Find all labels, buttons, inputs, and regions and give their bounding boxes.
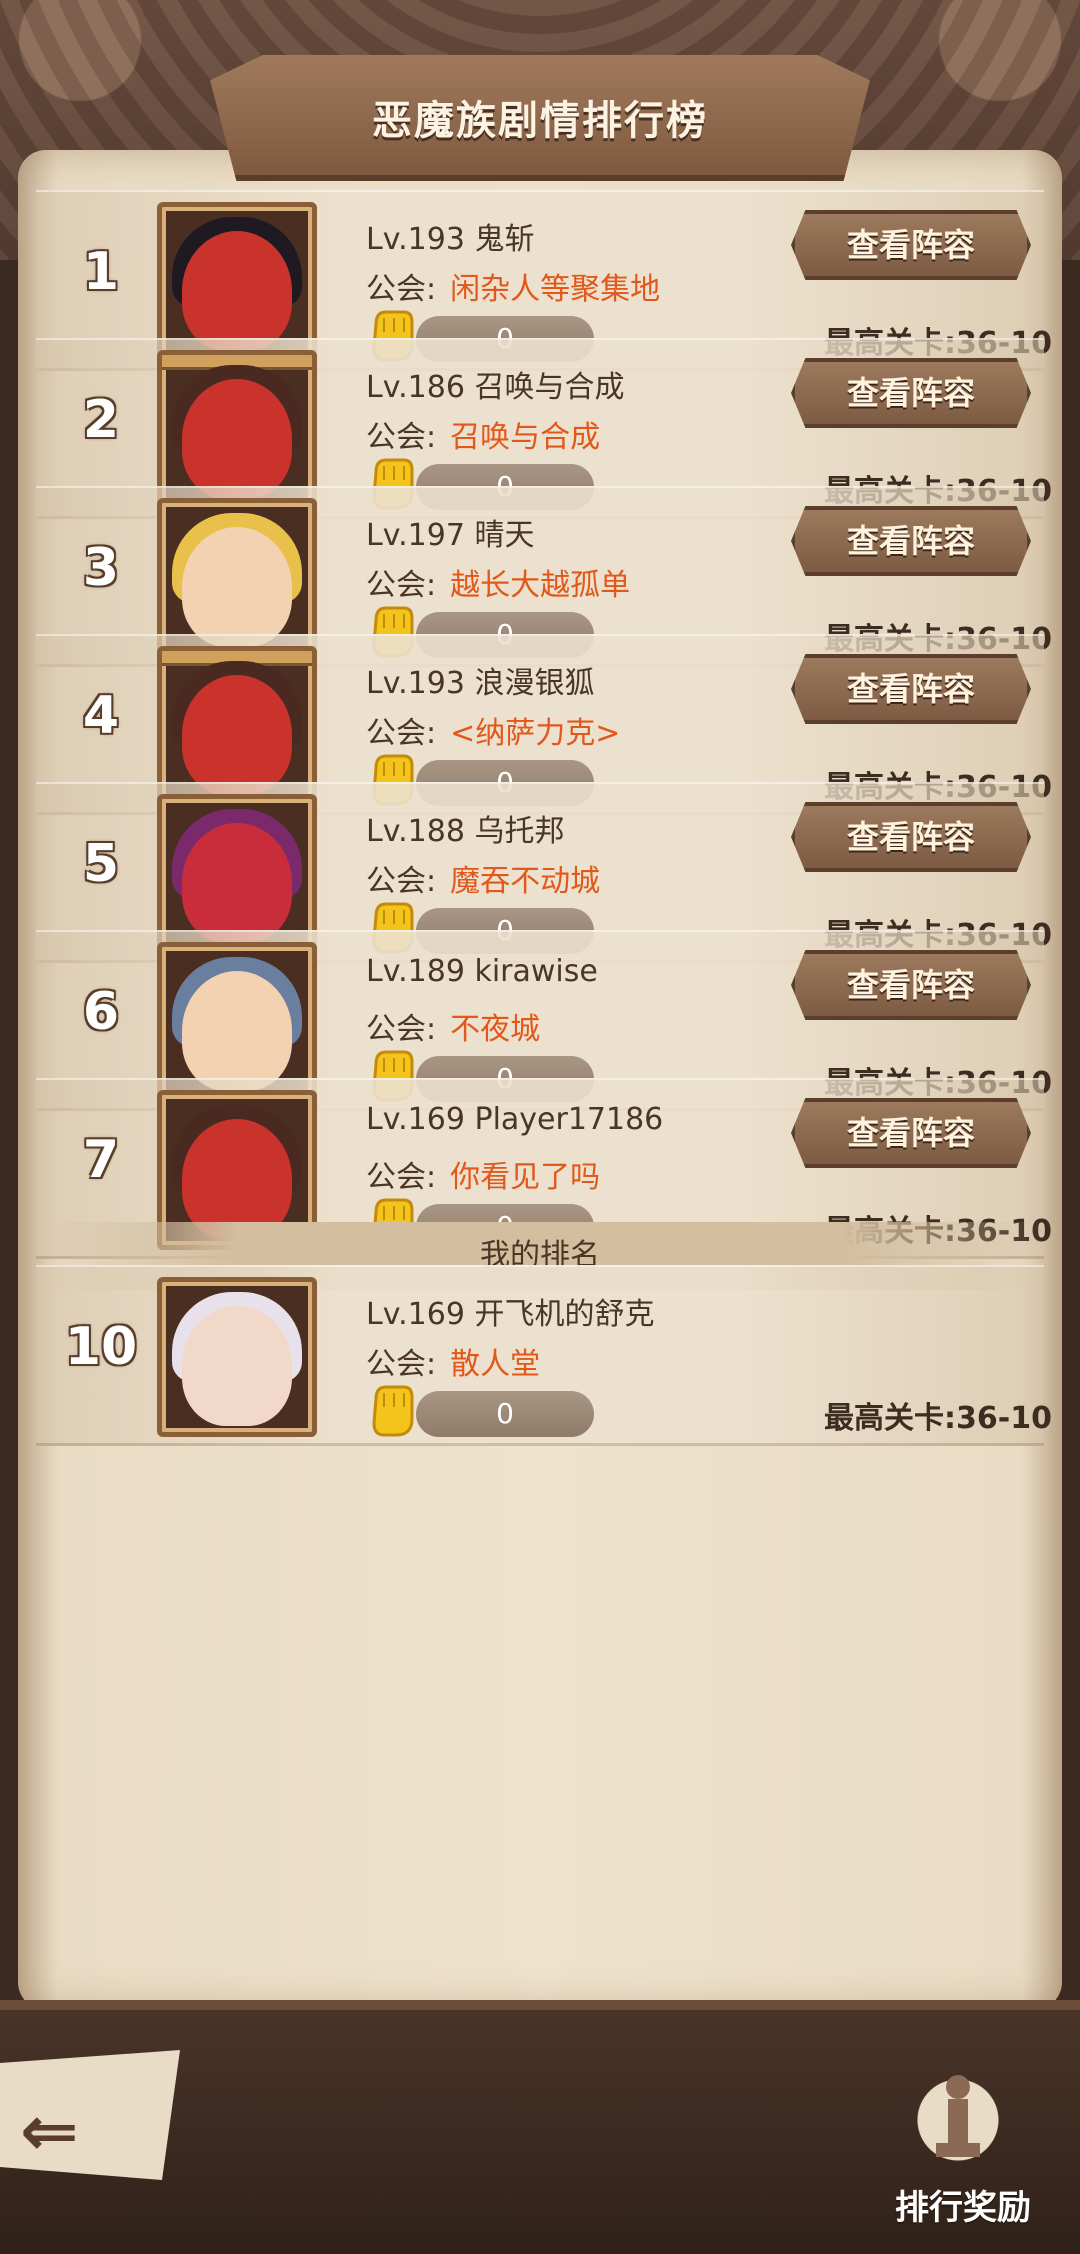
guild-line: 公会: <纳萨力克> <box>366 708 620 752</box>
avatar-face <box>182 1119 292 1239</box>
rank-number: 1 <box>82 242 120 302</box>
reward-button[interactable] <box>888 2065 1028 2175</box>
player-level-name: Lv.169 开飞机的舒克 <box>366 1297 655 1332</box>
view-lineup-button[interactable]: 查看阵容 <box>791 1098 1031 1168</box>
reward-label: 排行奖励 <box>895 2188 1031 2228</box>
back-arrow-icon[interactable]: ⇐ <box>20 2090 79 2172</box>
stage-value: 36-10 <box>956 1401 1052 1436</box>
guild-name: 越长大越孤单 <box>450 568 631 603</box>
guild-name: <纳萨力克> <box>450 716 621 751</box>
rank-number: 3 <box>82 538 120 598</box>
guild-name: 不夜城 <box>450 1012 541 1047</box>
guild-line: 公会: 召唤与合成 <box>366 412 600 456</box>
player-level-name: Lv.186 召唤与合成 <box>366 370 625 405</box>
rank-number: 10 <box>64 1317 138 1377</box>
view-lineup-button[interactable]: 查看阵容 <box>791 506 1031 576</box>
guild-line: 公会: 魔吞不动城 <box>366 856 600 900</box>
player-avatar[interactable] <box>157 1277 317 1437</box>
rank-number: 2 <box>82 390 120 450</box>
avatar-face <box>182 1306 292 1426</box>
page-title: 恶魔族剧情排行榜 <box>372 98 708 144</box>
guild-label: 公会: <box>366 1012 437 1047</box>
guild-label: 公会: <box>366 568 437 603</box>
chess-pawn-icon <box>936 2075 980 2157</box>
guild-label: 公会: <box>366 272 437 307</box>
player-level-name: Lv.193 浪漫银狐 <box>366 666 595 701</box>
guild-line: 公会: 散人堂 <box>366 1339 540 1383</box>
rank-number: 4 <box>82 686 120 746</box>
guild-label: 公会: <box>366 420 437 455</box>
guild-label: 公会: <box>366 1347 437 1382</box>
my-rank-row: 10 Lv.169 开飞机的舒克 公会: 散人堂 0 最高关卡:36-10 <box>36 1265 1052 1446</box>
guild-name: 你看见了吗 <box>450 1160 601 1195</box>
player-level-name: Lv.189 kirawise <box>366 954 598 989</box>
guild-line: 公会: 越长大越孤单 <box>366 560 630 604</box>
rank-number: 6 <box>82 982 120 1042</box>
player-level-name: Lv.193 鬼斩 <box>366 222 535 257</box>
guild-name: 闲杂人等聚集地 <box>450 272 661 307</box>
avatar-face <box>182 527 292 647</box>
stage-label: 最高关卡: <box>824 1401 957 1436</box>
view-lineup-button[interactable]: 查看阵容 <box>791 802 1031 872</box>
player-level-name: Lv.188 乌托邦 <box>366 814 565 849</box>
guild-line: 公会: 不夜城 <box>366 1004 540 1048</box>
avatar-face <box>182 231 292 351</box>
view-lineup-button[interactable]: 查看阵容 <box>791 654 1031 724</box>
rank-number: 7 <box>82 1130 120 1190</box>
fist-icon <box>372 1385 414 1437</box>
guild-label: 公会: <box>366 864 437 899</box>
view-lineup-button[interactable]: 查看阵容 <box>791 358 1031 428</box>
score-value: 0 <box>416 1391 594 1437</box>
guild-line: 公会: 你看见了吗 <box>366 1152 600 1196</box>
guild-label: 公会: <box>366 1160 437 1195</box>
view-lineup-button[interactable]: 查看阵容 <box>791 950 1031 1020</box>
guild-label: 公会: <box>366 716 437 751</box>
player-level-name: Lv.169 Player17186 <box>366 1102 664 1137</box>
guild-name: 召唤与合成 <box>450 420 601 455</box>
avatar-face <box>182 971 292 1091</box>
avatar-face <box>182 675 292 795</box>
highest-stage: 最高关卡:36-10 <box>824 1393 1052 1437</box>
guild-name: 魔吞不动城 <box>450 864 601 899</box>
guild-line: 公会: 闲杂人等聚集地 <box>366 264 660 308</box>
guild-name: 散人堂 <box>450 1347 541 1382</box>
avatar-face <box>182 823 292 943</box>
avatar-face <box>182 379 292 499</box>
view-lineup-button[interactable]: 查看阵容 <box>791 210 1031 280</box>
player-level-name: Lv.197 晴天 <box>366 518 535 553</box>
rank-number: 5 <box>82 834 120 894</box>
